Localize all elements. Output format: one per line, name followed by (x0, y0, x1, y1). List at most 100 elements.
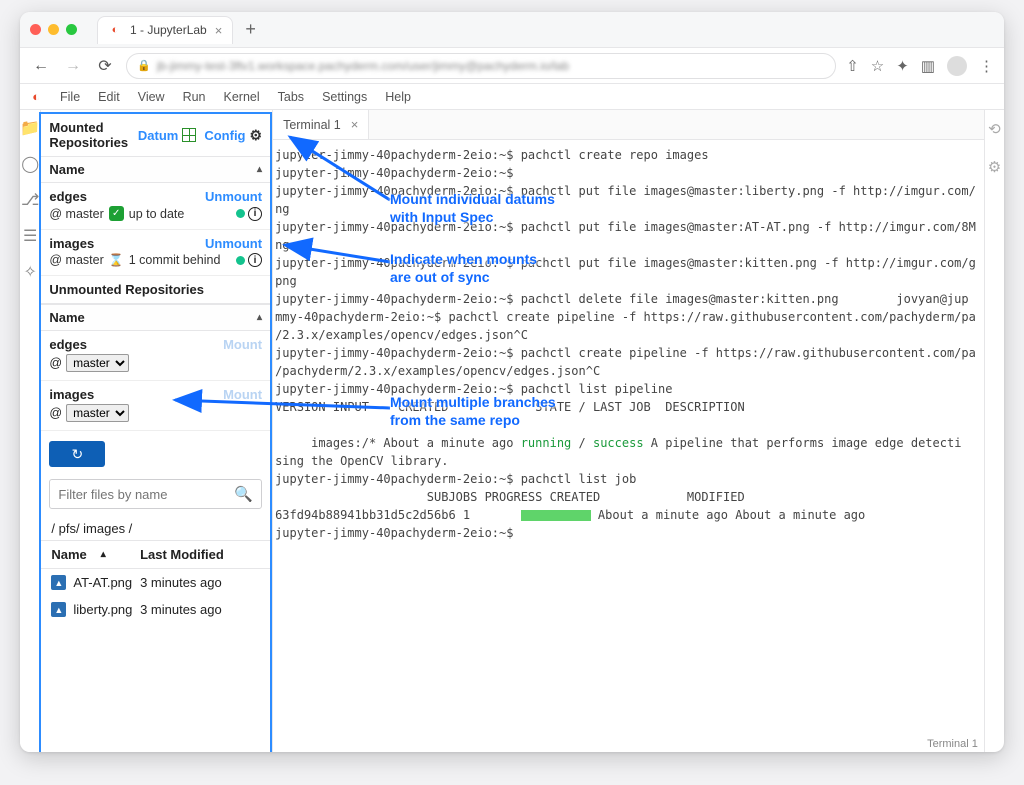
mount-button[interactable]: Mount (223, 337, 262, 352)
filter-input-box[interactable]: 🔍 (49, 479, 262, 509)
unmounted-title: Unmounted Repositories (41, 276, 270, 304)
check-icon: ✓ (109, 206, 124, 221)
repo-name: images (49, 387, 94, 402)
repo-name: images (49, 236, 94, 251)
tab-label: Terminal 1 (283, 118, 341, 132)
unmounted-repo-edges: edges Mount @ master (41, 331, 270, 381)
browser-window: ◐ 1 - JupyterLab × + ← → ⟳ 🔒 jb-jimmy-te… (20, 12, 1004, 752)
repo-name: edges (49, 337, 87, 352)
panel-header: Mounted Repositories Datum Config ⚙ (41, 114, 270, 156)
branch-at: @ (49, 406, 62, 420)
mounted-repo-edges: edges Unmount @ master ✓ up to date i (41, 183, 270, 230)
file-name: AT-AT.png (73, 575, 132, 590)
unmount-button[interactable]: Unmount (205, 189, 262, 204)
back-button[interactable]: ← (30, 57, 52, 75)
menu-run[interactable]: Run (175, 87, 214, 107)
branch-at: @ (49, 356, 62, 370)
debugger-icon[interactable]: ⚙ (988, 158, 1001, 176)
minimize-window-icon[interactable] (48, 24, 59, 35)
sort-asc-icon[interactable]: ▴ (101, 549, 106, 560)
folder-icon[interactable]: 📁 (20, 118, 40, 138)
menu-tabs[interactable]: Tabs (270, 87, 312, 107)
forward-button[interactable]: → (62, 57, 84, 75)
info-icon[interactable]: i (248, 207, 262, 221)
menu-kernel[interactable]: Kernel (216, 87, 268, 107)
menu-file[interactable]: File (52, 87, 88, 107)
config-link[interactable]: Config (204, 128, 245, 143)
repo-name: edges (49, 189, 87, 204)
git-icon[interactable]: ⎇ (21, 190, 39, 210)
new-tab-button[interactable]: + (239, 19, 262, 40)
profile-avatar[interactable] (947, 56, 967, 76)
panel-icon[interactable]: ▥ (921, 57, 935, 75)
chevron-up-icon: ▴ (257, 164, 262, 175)
pachyderm-mount-panel: Mounted Repositories Datum Config ⚙ Name… (39, 112, 272, 752)
file-modified: 3 minutes ago (140, 575, 260, 590)
refresh-button[interactable]: ↻ (49, 441, 105, 467)
property-inspector-icon[interactable]: ⟲ (988, 120, 1001, 138)
jupyter-favicon-icon: ◐ (108, 23, 122, 37)
tab-terminal-1[interactable]: Terminal 1 × (273, 110, 369, 139)
extension-manager-icon[interactable]: ✧ (23, 262, 36, 282)
close-icon[interactable]: × (351, 117, 359, 132)
url-text: jb-jimmy-test-3ftv1.workspace.pachyderm.… (157, 59, 569, 73)
menu-help[interactable]: Help (377, 87, 419, 107)
browser-tab[interactable]: ◐ 1 - JupyterLab × (97, 16, 233, 44)
browser-tabstrip: ◐ 1 - JupyterLab × + (20, 12, 1004, 48)
panel-title: Mounted Repositories (49, 120, 138, 150)
browser-toolbar: ← → ⟳ 🔒 jb-jimmy-test-3ftv1.workspace.pa… (20, 48, 1004, 84)
file-row[interactable]: ▲liberty.png 3 minutes ago (41, 596, 270, 623)
filter-wrap: 🔍 (41, 475, 270, 517)
file-table-header: Name ▴ Last Modified (41, 540, 270, 569)
status-dot-icon (236, 209, 245, 218)
breadcrumb[interactable]: / pfs/ images / (41, 517, 270, 540)
mounted-repo-images: images Unmount @ master ⌛ 1 commit behin… (41, 230, 270, 276)
address-bar[interactable]: 🔒 jb-jimmy-test-3ftv1.workspace.pachyder… (126, 53, 836, 79)
col-modified[interactable]: Last Modified (140, 547, 260, 562)
filter-input[interactable] (58, 487, 234, 502)
search-icon[interactable]: 🔍 (234, 485, 253, 503)
annotation-2: Indicate when mounts are out of sync (390, 250, 537, 286)
file-name: liberty.png (73, 602, 132, 617)
reload-button[interactable]: ⟳ (94, 56, 116, 76)
annotation-1: Mount individual datums with Input Spec (390, 190, 555, 226)
col-name[interactable]: Name (51, 547, 86, 562)
menu-view[interactable]: View (130, 87, 173, 107)
jupyter-logo-icon: ◐ (26, 87, 46, 107)
status-footer: Terminal 1 (927, 738, 978, 750)
extensions-icon[interactable]: ✦ (896, 57, 909, 75)
right-sidebar: ⟲ ⚙ (984, 110, 1004, 752)
close-tab-icon[interactable]: × (215, 23, 223, 38)
activity-bar: 📁 ◯ ⎇ ☰ ✧ (20, 110, 41, 752)
browser-tab-title: 1 - JupyterLab (130, 23, 207, 37)
menu-edit[interactable]: Edit (90, 87, 128, 107)
star-icon[interactable]: ☆ (871, 57, 884, 75)
info-icon[interactable]: i (248, 253, 262, 267)
menu-settings[interactable]: Settings (314, 87, 375, 107)
chevron-up-icon: ▴ (257, 312, 262, 323)
datum-link[interactable]: Datum (138, 128, 178, 143)
branch-label: @ master (49, 207, 103, 221)
share-icon[interactable]: ⇧ (846, 57, 859, 75)
browser-actions: ⇧ ☆ ✦ ▥ ⋮ (846, 56, 994, 76)
file-modified: 3 minutes ago (140, 602, 260, 617)
unmount-button[interactable]: Unmount (205, 236, 262, 251)
mount-button[interactable]: Mount (223, 387, 262, 402)
unmounted-repo-images: images Mount @ master (41, 381, 270, 431)
branch-select[interactable]: master (66, 354, 129, 372)
running-icon[interactable]: ◯ (21, 154, 39, 174)
mounted-name-header[interactable]: Name ▴ (41, 156, 270, 183)
commands-icon[interactable]: ☰ (23, 226, 37, 246)
status-text: up to date (129, 207, 185, 221)
gear-icon[interactable]: ⚙ (250, 127, 263, 144)
unmounted-name-header[interactable]: Name ▴ (41, 304, 270, 331)
close-window-icon[interactable] (30, 24, 41, 35)
status-dot-icon (236, 256, 245, 265)
file-row[interactable]: ▲AT-AT.png 3 minutes ago (41, 569, 270, 596)
maximize-window-icon[interactable] (66, 24, 77, 35)
terminal-output[interactable]: jupyter-jimmy-40pachyderm-2eio:~$ pachct… (273, 140, 984, 752)
branch-label: @ master (49, 253, 103, 267)
datum-grid-icon[interactable] (182, 128, 196, 142)
kebab-menu-icon[interactable]: ⋮ (979, 57, 994, 75)
branch-select[interactable]: master (66, 404, 129, 422)
